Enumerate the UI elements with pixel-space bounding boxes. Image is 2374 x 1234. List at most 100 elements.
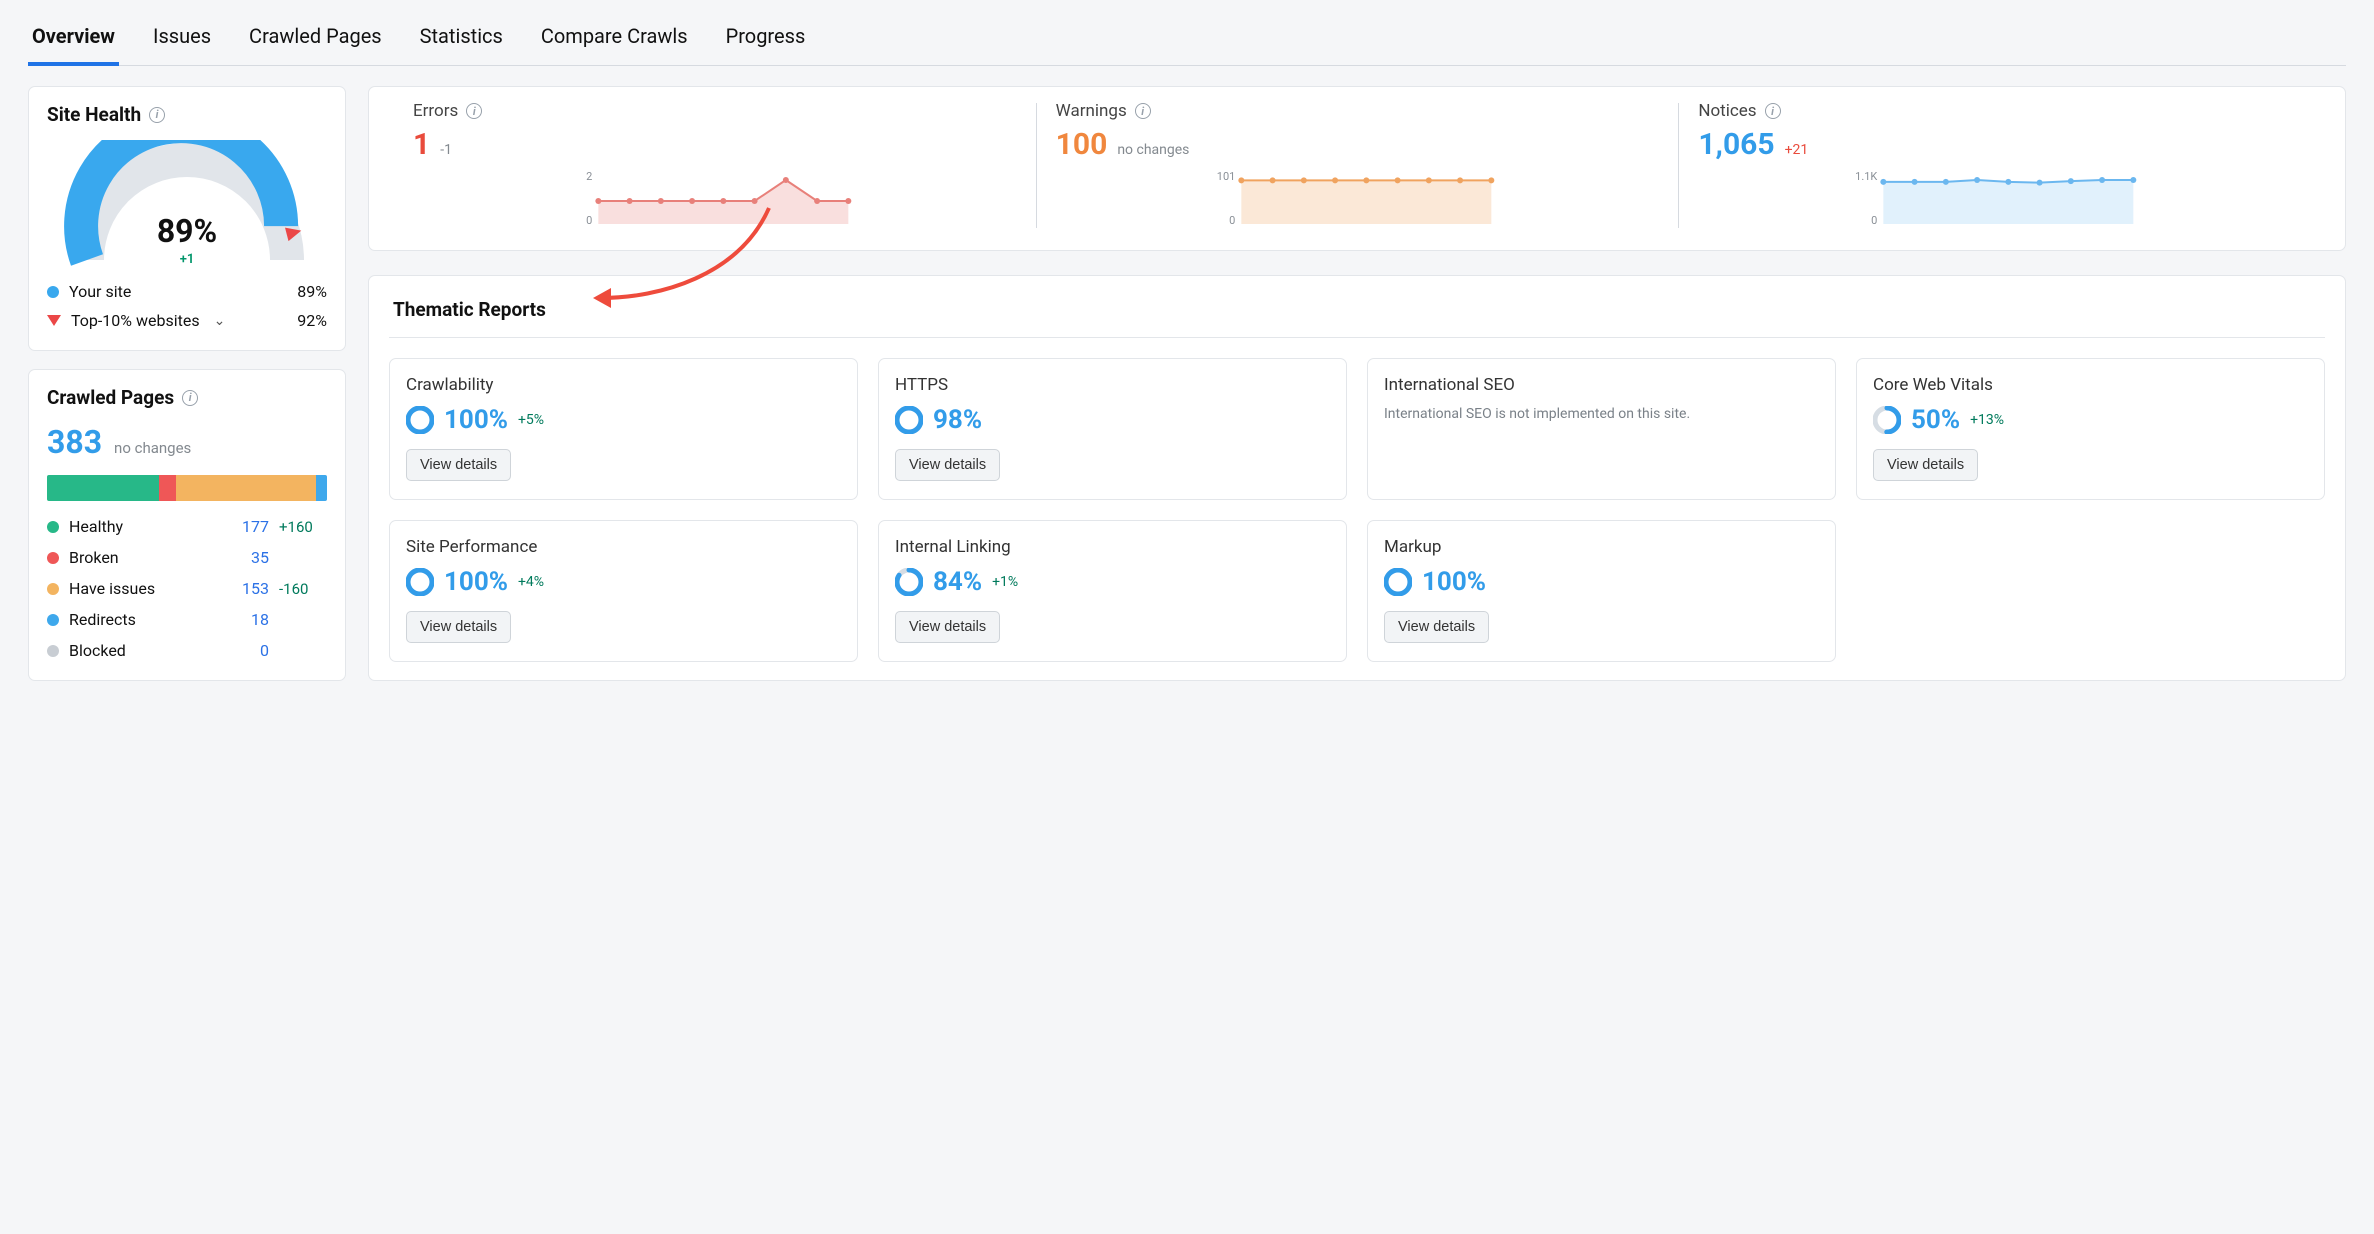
crawled-stack-bar [47,475,327,501]
metric-delta: +21 [1785,142,1809,158]
metric-delta: no changes [1117,142,1189,158]
metric-label: Notices [1698,101,1756,121]
dot-icon [47,645,59,657]
thematic-card-title: Crawlability [406,375,841,395]
thematic-card: Site Performance 100% +4% View details [389,520,858,662]
dot-icon [47,552,59,564]
view-details-button[interactable]: View details [406,611,511,643]
svg-text:2: 2 [586,172,592,183]
legend-top10[interactable]: Top-10% websites ⌄ 92% [47,311,327,330]
category-delta: -160 [279,580,327,598]
info-icon[interactable]: i [182,390,198,406]
thematic-delta: +5% [518,412,544,428]
tab-crawled-pages[interactable]: Crawled Pages [245,18,386,65]
thematic-pct: 84% [933,567,982,597]
category-row[interactable]: Healthy 177 +160 [47,517,327,536]
category-count: 177 [229,517,269,536]
dot-icon [47,583,59,595]
thematic-card-title: Markup [1384,537,1819,557]
crawled-total: 383 [47,423,102,461]
stack-segment [47,475,159,501]
info-icon[interactable]: i [149,107,165,123]
thematic-pct: 100% [444,567,508,597]
thematic-delta: +4% [518,574,544,590]
tab-compare-crawls[interactable]: Compare Crawls [537,18,692,65]
thematic-card-title: HTTPS [895,375,1330,395]
donut-icon [406,406,434,434]
metric-value: 1 [413,127,430,162]
dot-icon [47,521,59,533]
crawled-change: no changes [114,439,191,457]
thematic-card-title: Core Web Vitals [1873,375,2308,395]
stack-segment [176,475,316,501]
chevron-down-icon: ⌄ [210,313,230,329]
view-details-button[interactable]: View details [1384,611,1489,643]
view-details-button[interactable]: View details [1873,449,1978,481]
category-delta: +160 [279,518,327,536]
category-name: Broken [69,548,229,567]
metric-notices[interactable]: Notices i 1,065 +21 1.1K 0 [1678,101,2321,234]
svg-text:0: 0 [1871,214,1877,227]
view-details-button[interactable]: View details [895,449,1000,481]
crawled-pages-panel: Crawled Pages i 383 no changes Healthy 1… [28,369,346,681]
info-icon[interactable]: i [1765,103,1781,119]
errors-sparkline: 20 [413,172,1016,230]
category-name: Redirects [69,610,229,629]
crawled-category-list: Healthy 177 +160 Broken 35 Have issues 1… [47,517,327,660]
view-details-button[interactable]: View details [406,449,511,481]
thematic-card: HTTPS 98% View details [878,358,1347,500]
thematic-card: Markup 100% View details [1367,520,1836,662]
metric-delta: -1 [440,142,452,158]
category-row[interactable]: Blocked 0 [47,641,327,660]
thematic-card: Core Web Vitals 50% +13% View details [1856,358,2325,500]
category-row[interactable]: Have issues 153 -160 [47,579,327,598]
thematic-reports-panel: Thematic Reports Crawlability 100% +5% V… [368,275,2346,681]
site-health-title: Site Health [47,103,141,126]
metric-label: Warnings [1056,101,1127,121]
tab-progress[interactable]: Progress [722,18,810,65]
legend-value: 92% [297,311,327,330]
tab-overview[interactable]: Overview [28,18,119,66]
category-row[interactable]: Redirects 18 [47,610,327,629]
site-health-panel: Site Health i 89% +1 [28,86,346,351]
warnings-sparkline: 1010 [1056,172,1659,230]
thematic-pct: 98% [933,405,982,435]
thematic-pct: 50% [1911,405,1960,435]
triangle-icon [47,315,61,326]
metric-errors[interactable]: Errorsi 1 -1 20 [393,101,1036,234]
metric-strip: Errorsi 1 -1 20 Warningsi 100 no changes… [368,86,2346,251]
thematic-note: International SEO is not implemented on … [1384,405,1819,425]
category-count: 18 [229,610,269,629]
view-details-button[interactable]: View details [895,611,1000,643]
category-row[interactable]: Broken 35 [47,548,327,567]
tab-issues[interactable]: Issues [149,18,215,65]
thematic-card: International SEO International SEO is no… [1367,358,1836,500]
category-name: Blocked [69,641,229,660]
legend-value: 89% [297,282,327,301]
category-name: Healthy [69,517,229,536]
metric-label: Errors [413,101,458,121]
dot-icon [47,614,59,626]
donut-icon [895,568,923,596]
tab-statistics[interactable]: Statistics [416,18,507,65]
thematic-pct: 100% [444,405,508,435]
info-icon[interactable]: i [466,103,482,119]
category-name: Have issues [69,579,229,598]
info-icon[interactable]: i [1135,103,1151,119]
metric-warnings[interactable]: Warningsi 100 no changes 1010 [1036,101,1679,234]
thematic-card-title: Site Performance [406,537,841,557]
svg-text:1.1K: 1.1K [1856,172,1878,183]
crawled-pages-title: Crawled Pages [47,386,174,409]
svg-text:0: 0 [586,214,592,227]
metric-value: 1,065 [1698,127,1774,162]
thematic-pct: 100% [1422,567,1486,597]
category-count: 153 [229,579,269,598]
thematic-card-title: International SEO [1384,375,1819,395]
site-health-gauge: 89% +1 [62,140,312,270]
thematic-delta: +13% [1970,412,2004,428]
legend-label: Top-10% websites [71,311,200,330]
svg-text:0: 0 [1229,214,1235,227]
legend-your-site: Your site 89% [47,282,327,301]
stack-segment [316,475,327,501]
donut-icon [406,568,434,596]
